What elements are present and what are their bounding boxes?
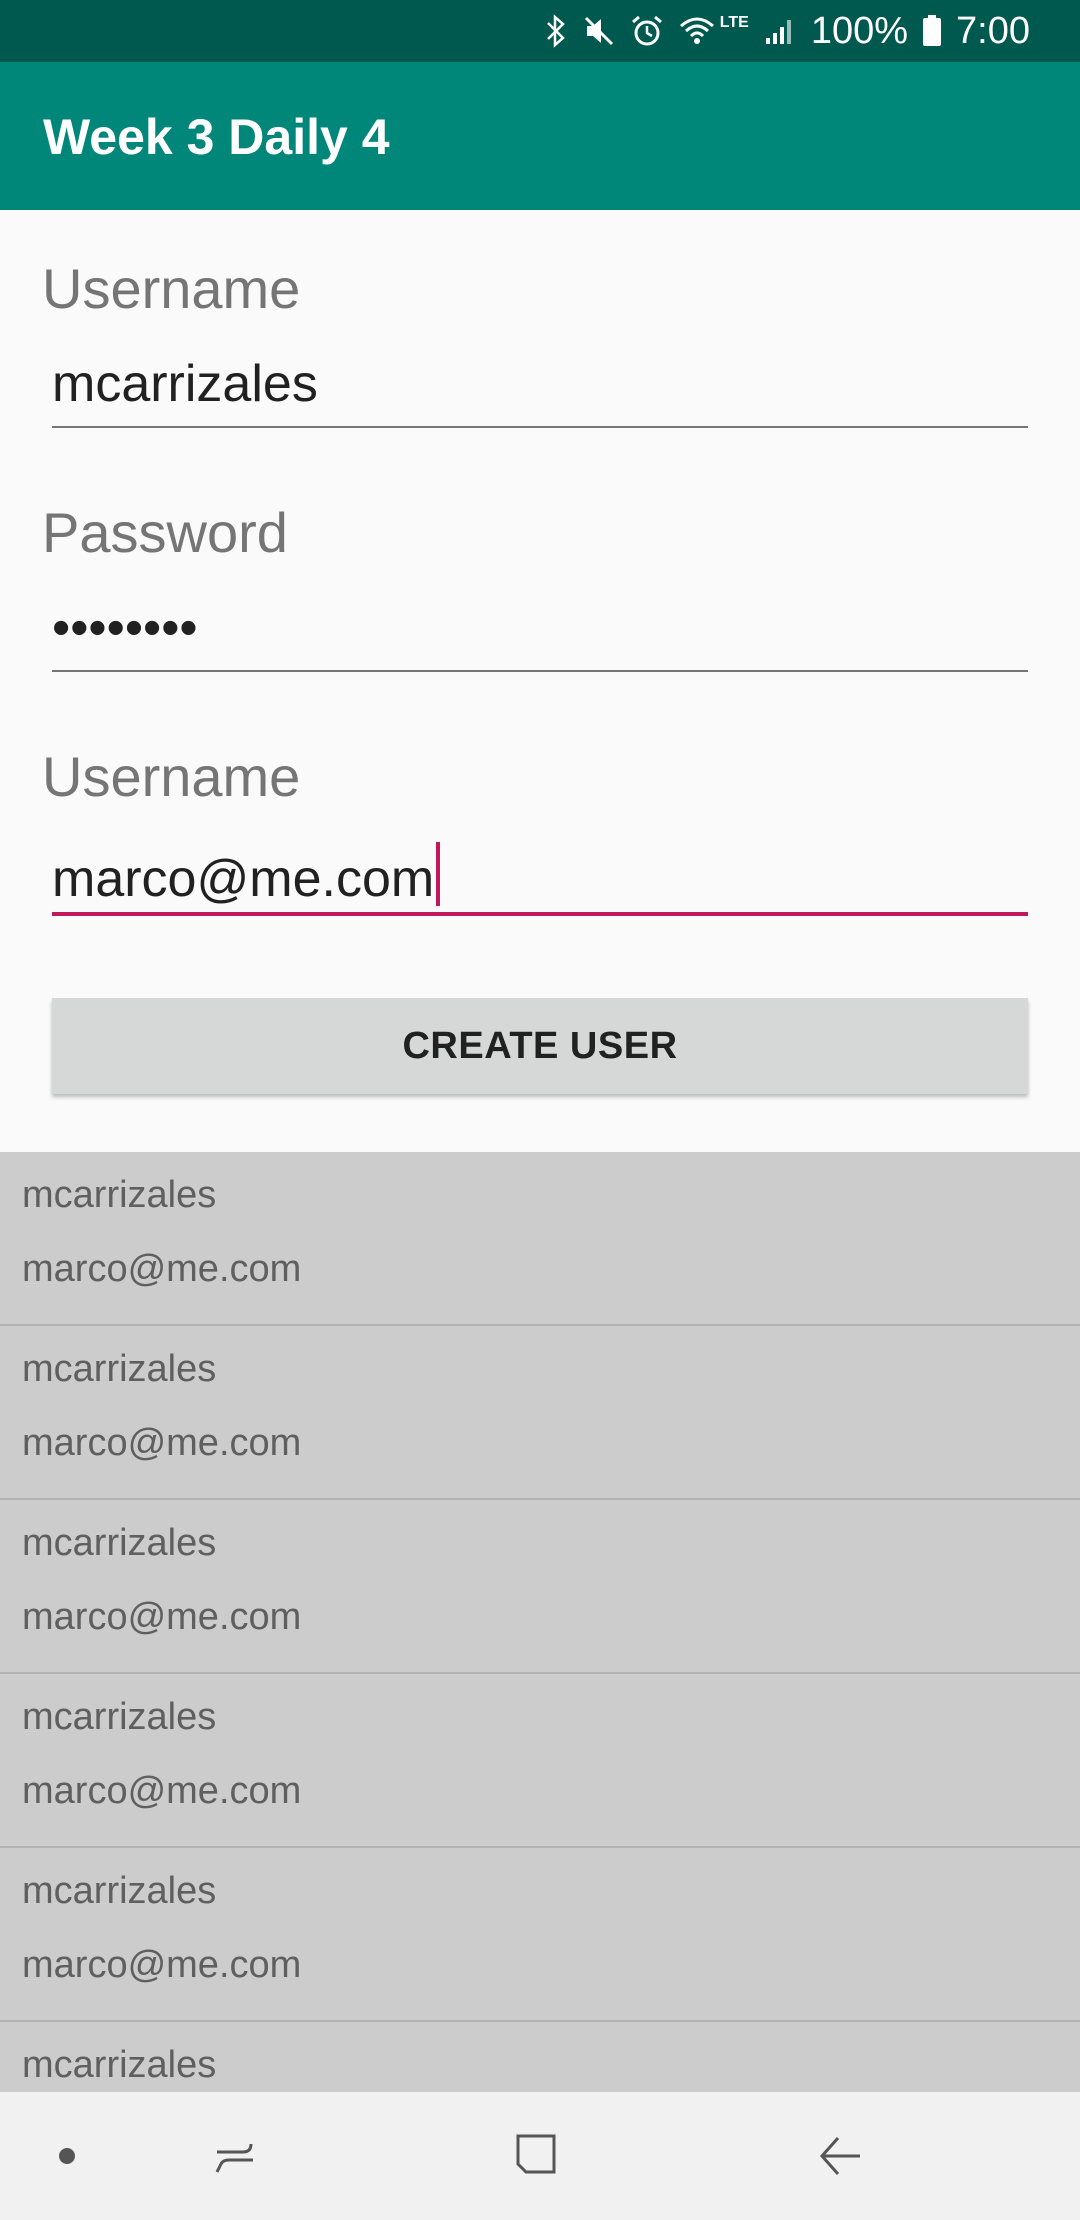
recents-icon[interactable] [205, 2092, 265, 2220]
battery-icon [922, 14, 942, 48]
item-email: marco@me.com [22, 1770, 302, 1812]
item-username: mcarrizales [22, 1696, 217, 1738]
list-item[interactable]: mcarrizales [0, 2022, 1080, 2092]
item-email: marco@me.com [22, 1248, 302, 1290]
list-item[interactable]: mcarrizales marco@me.com [0, 1152, 1080, 1326]
username-label: Username [42, 257, 301, 320]
list-item[interactable]: mcarrizales marco@me.com [0, 1674, 1080, 1848]
app-title: Week 3 Daily 4 [43, 109, 390, 165]
item-username: mcarrizales [22, 1348, 217, 1390]
list-item[interactable]: mcarrizales marco@me.com [0, 1848, 1080, 2022]
email-value: marco@me.com [52, 850, 435, 908]
item-username: mcarrizales [22, 1174, 217, 1216]
status-icons: LTE 100% 7:00 [544, 0, 1030, 62]
username-field[interactable]: mcarrizales [52, 348, 1028, 428]
alarm-icon [630, 14, 664, 48]
mute-icon [582, 14, 616, 48]
home-icon[interactable] [508, 2092, 568, 2220]
navigation-bar [0, 2092, 1080, 2220]
list-item[interactable]: mcarrizales marco@me.com [0, 1326, 1080, 1500]
clock: 7:00 [956, 9, 1030, 52]
list-item[interactable]: mcarrizales marco@me.com [0, 1500, 1080, 1674]
item-email: marco@me.com [22, 1596, 302, 1638]
create-user-form: Username mcarrizales Password •••••••• U… [0, 210, 1080, 1152]
password-label: Password [42, 501, 288, 564]
email-label: Username [42, 745, 301, 808]
text-caret [436, 842, 441, 906]
password-value: •••••••• [52, 599, 198, 657]
item-username: mcarrizales [22, 2044, 217, 2086]
item-username: mcarrizales [22, 1522, 217, 1564]
dot-icon[interactable] [50, 2092, 84, 2220]
status-bar: LTE 100% 7:00 [0, 0, 1080, 62]
wifi-icon [678, 14, 716, 48]
username-value: mcarrizales [52, 355, 318, 413]
password-field[interactable]: •••••••• [52, 592, 1028, 672]
battery-percent: 100% [810, 9, 909, 52]
signal-icon [763, 14, 797, 48]
bluetooth-icon [544, 14, 568, 48]
user-list[interactable]: mcarrizales marco@me.com mcarrizales mar… [0, 1152, 1080, 2092]
item-email: marco@me.com [22, 1422, 302, 1464]
app-bar: Week 3 Daily 4 [0, 62, 1080, 210]
email-field[interactable]: marco@me.com [52, 836, 1028, 916]
item-username: mcarrizales [22, 1870, 217, 1912]
item-email: marco@me.com [22, 1944, 302, 1986]
create-user-button[interactable]: CREATE USER [52, 998, 1028, 1094]
lte-label: LTE [719, 14, 749, 31]
back-icon[interactable] [810, 2092, 870, 2220]
